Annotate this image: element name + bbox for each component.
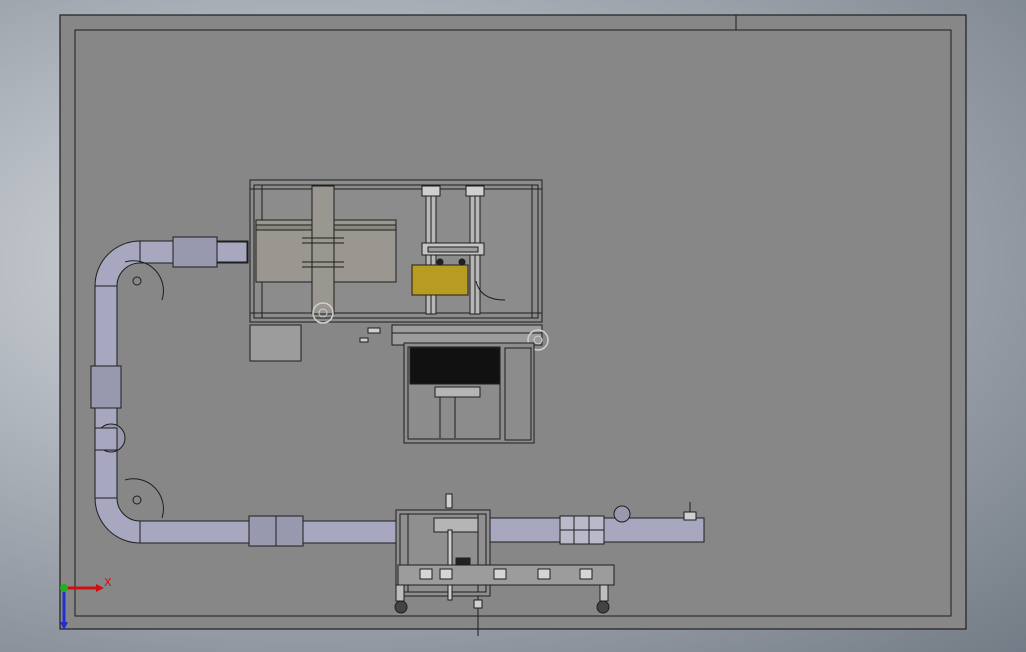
cad-drawing[interactable]: X [0,0,1026,652]
x-axis-label: X [104,576,112,589]
lower-subassembly[interactable] [391,324,549,444]
y-axis-icon [60,584,68,592]
graphics-viewport[interactable]: X [0,0,1026,652]
